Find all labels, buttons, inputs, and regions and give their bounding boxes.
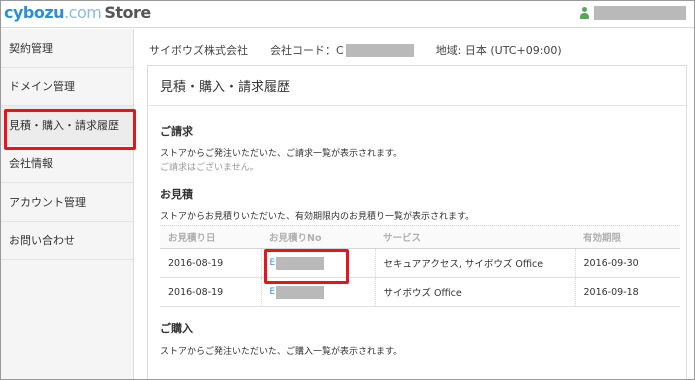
estimate-number-link[interactable]: E bbox=[269, 285, 375, 299]
history-panel: 見積・購入・請求履歴 ご請求 ストアからご発注いただいた、ご請求一覧が表示されま… bbox=[147, 65, 687, 379]
column-header-number[interactable]: お見積りNo bbox=[261, 225, 375, 249]
estimate-number-prefix: E bbox=[269, 258, 276, 268]
redacted-estimate-number bbox=[276, 285, 325, 299]
estimates-heading: お見積 bbox=[160, 188, 193, 201]
estimate-number-cell: E bbox=[261, 248, 376, 284]
column-header-expiry[interactable]: 有効期限 bbox=[575, 225, 680, 249]
logo-text-store: Store bbox=[104, 3, 151, 22]
company-info-bar: サイボウズ株式会社 会社コード：C 地域: 日本 (UTC+09:00) bbox=[149, 42, 562, 58]
estimate-date: 2016-08-19 bbox=[160, 248, 262, 278]
sidebar-item-label: 見積・購入・請求履歴 bbox=[9, 118, 119, 132]
table-row: 2016-08-19 E セキュアアクセス, サイボウズ Office 2016… bbox=[160, 248, 680, 284]
billing-empty-message: ご請求はございません。 bbox=[160, 163, 259, 173]
estimate-service: セキュアアクセス, サイボウズ Office bbox=[375, 248, 576, 278]
sidebar-item-history[interactable]: 見積・購入・請求履歴 bbox=[1, 106, 136, 150]
redacted-estimate-number bbox=[276, 256, 325, 270]
user-icon bbox=[579, 6, 590, 20]
estimate-expiry: 2016-09-18 bbox=[575, 277, 680, 307]
sidebar-item-domains[interactable]: ドメイン管理 bbox=[1, 68, 133, 106]
estimate-number-prefix: E bbox=[269, 287, 276, 297]
user-menu[interactable] bbox=[579, 6, 686, 20]
purchase-description: ストアからご発注いただいた、ご購入一覧が表示されます。 bbox=[160, 347, 403, 357]
page-title: 見積・購入・請求履歴 bbox=[148, 66, 686, 106]
table-header-row: お見積り日 お見積りNo サービス 有効期限 bbox=[160, 225, 680, 249]
billing-description: ストアからご発注いただいた、ご請求一覧が表示されます。 bbox=[160, 149, 403, 159]
billing-heading: ご請求 bbox=[160, 125, 193, 138]
region-label: 地域: 日本 (UTC+09:00) bbox=[435, 44, 562, 57]
estimate-service: サイボウズ Office bbox=[375, 277, 576, 307]
sidebar-item-label: お問い合わせ bbox=[9, 234, 75, 248]
sidebar-item-contact[interactable]: お問い合わせ bbox=[1, 222, 133, 260]
estimates-description: ストアからお見積りいただいた、有効期限内のお見積り一覧が表示されます。 bbox=[160, 212, 475, 222]
estimates-table: お見積り日 お見積りNo サービス 有効期限 2016-08-19 E セキュア… bbox=[160, 225, 680, 307]
redacted-company-code bbox=[345, 43, 414, 57]
redacted-user-name bbox=[594, 6, 686, 20]
company-code-label: 会社コード：C bbox=[270, 44, 344, 57]
column-header-service[interactable]: サービス bbox=[375, 225, 575, 249]
window-frame: cybozu.com Store 契約管理 ドメイン管理 見積・購入・請求履歴 会… bbox=[0, 0, 695, 380]
company-name: サイボウズ株式会社 bbox=[149, 44, 248, 57]
column-header-date[interactable]: お見積り日 bbox=[160, 225, 261, 249]
top-bar: cybozu.com Store bbox=[1, 1, 694, 28]
sidebar-item-label: 契約管理 bbox=[9, 41, 53, 55]
sidebar-item-label: 会社情報 bbox=[9, 157, 53, 171]
table-row: 2016-08-19 E サイボウズ Office 2016-09-18 bbox=[160, 277, 680, 307]
logo-text-com: .com bbox=[64, 3, 102, 22]
estimate-date: 2016-08-19 bbox=[160, 277, 262, 307]
sidebar-item-company-info[interactable]: 会社情報 bbox=[1, 145, 133, 183]
logo-text-cybozu: cybozu bbox=[4, 3, 65, 22]
sidebar-item-label: ドメイン管理 bbox=[9, 80, 75, 94]
estimate-expiry: 2016-09-30 bbox=[575, 248, 680, 278]
purchase-heading: ご購入 bbox=[160, 322, 193, 335]
sidebar-item-contracts[interactable]: 契約管理 bbox=[1, 29, 133, 68]
estimate-number-link[interactable]: E bbox=[263, 248, 375, 284]
store-logo[interactable]: cybozu.com Store bbox=[4, 3, 151, 22]
sidebar: 契約管理 ドメイン管理 見積・購入・請求履歴 会社情報 アカウント管理 お問い合… bbox=[1, 29, 136, 379]
sidebar-item-label: アカウント管理 bbox=[9, 195, 86, 209]
sidebar-item-accounts[interactable]: アカウント管理 bbox=[1, 183, 133, 222]
